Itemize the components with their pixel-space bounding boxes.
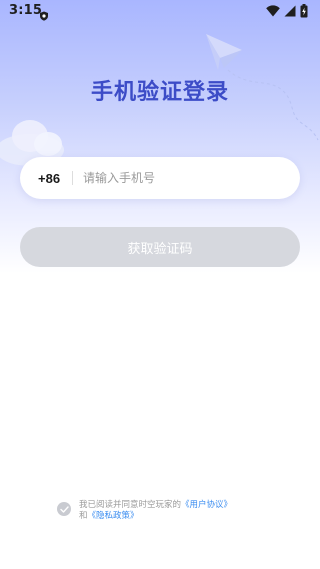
agreement: 我已阅读并同意时空玩家的《用户协议》 和《隐私政策》: [57, 500, 297, 522]
privacy-policy-link[interactable]: 《隐私政策》: [88, 511, 139, 521]
phone-input-row: +86: [20, 157, 300, 199]
status-time: 3:15: [9, 3, 43, 18]
country-code: +86: [38, 170, 61, 186]
battery-charging-icon: [300, 4, 308, 18]
agree-checkbox[interactable]: [57, 502, 71, 516]
status-icons: [266, 4, 308, 18]
divider: [72, 171, 73, 185]
phone-number-input[interactable]: [83, 171, 273, 185]
shield-icon: [39, 6, 49, 21]
wifi-icon: [266, 5, 280, 17]
cellular-signal-icon: [284, 5, 296, 17]
agreement-text: 我已阅读并同意时空玩家的《用户协议》 和《隐私政策》: [79, 500, 232, 522]
user-agreement-link[interactable]: 《用户协议》: [181, 500, 232, 510]
get-verification-code-button[interactable]: 获取验证码: [20, 227, 300, 267]
status-bar: 3:15: [0, 0, 320, 22]
agreement-prefix: 我已阅读并同意时空玩家的: [79, 500, 182, 510]
agreement-conjunction: 和: [79, 511, 88, 521]
checkmark-icon: [59, 505, 69, 513]
page-title: 手机验证登录: [90, 80, 229, 105]
